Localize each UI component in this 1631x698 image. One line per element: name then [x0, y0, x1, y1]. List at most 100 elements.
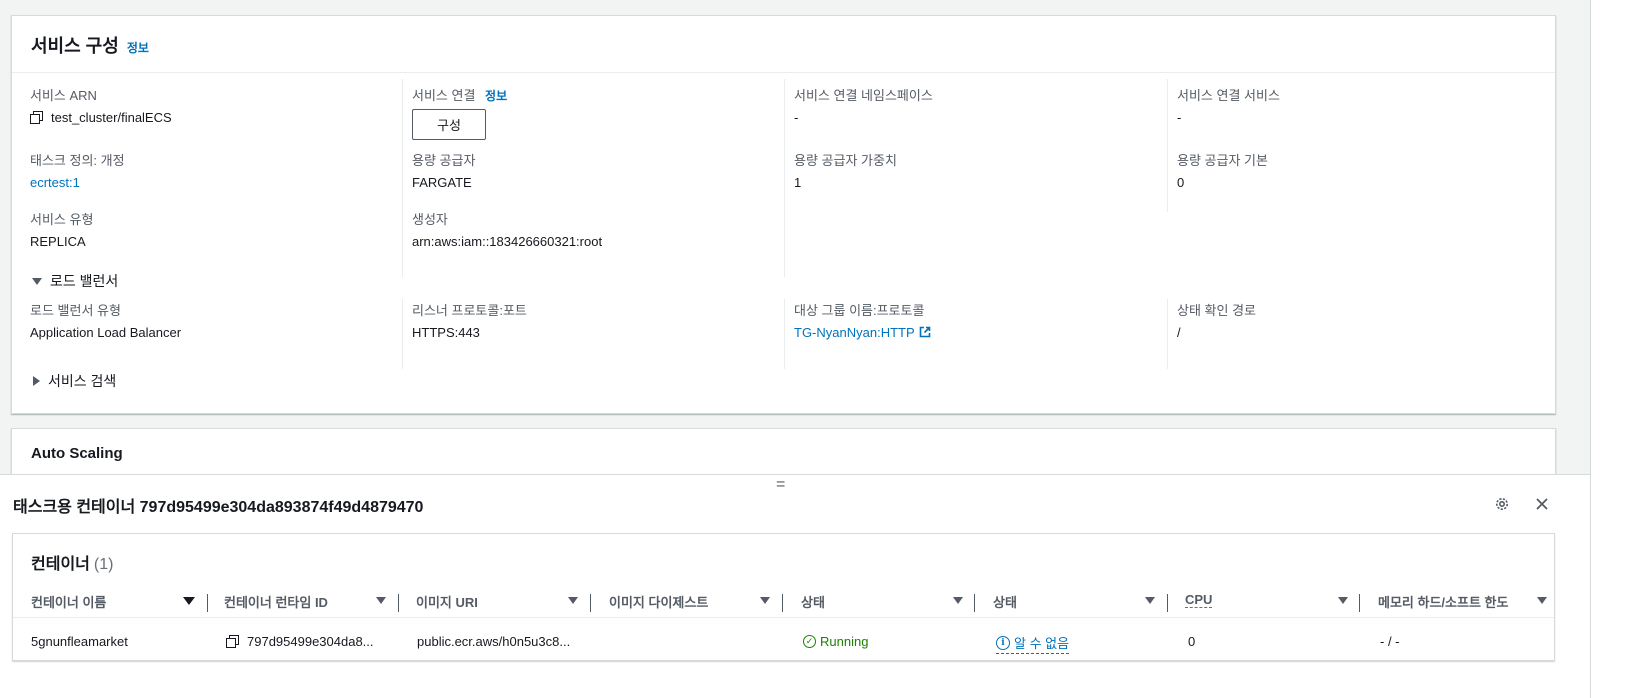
service-connect-info-link[interactable]: 정보 [485, 89, 507, 103]
service-config-panel: 서비스 구성 정보 서비스 ARN test_cluster/finalECS … [11, 15, 1556, 414]
close-icon [1536, 498, 1548, 510]
auto-scaling-title: Auto Scaling [31, 445, 123, 462]
health-unknown-popover[interactable]: i 알 수 없음 [996, 633, 1070, 654]
split-panel: = 태스크용 컨테이너 797d95499e304da893874f49d487… [0, 474, 1590, 698]
close-button[interactable] [1530, 492, 1554, 516]
load-balancer-section-label: 로드 밸런서 [50, 273, 119, 289]
drag-handle-icon[interactable]: = [776, 477, 785, 493]
cell-status: ✓ Running [803, 634, 868, 649]
column-divider [784, 299, 785, 369]
listener-field: 리스너 프로토콜:포트 HTTPS:443 [412, 303, 527, 342]
column-header-status[interactable]: 상태 [801, 592, 825, 611]
copy-icon[interactable] [30, 111, 43, 124]
settings-button[interactable] [1490, 492, 1514, 516]
column-resizer[interactable] [974, 594, 975, 612]
target-group-link-row[interactable]: TG-NyanNyan:HTTP [794, 324, 931, 342]
column-resizer[interactable] [782, 594, 783, 612]
service-connect-service-label: 서비스 연결 서비스 [1177, 88, 1280, 103]
created-by-label: 생성자 [412, 212, 448, 227]
column-divider [402, 299, 403, 369]
capacity-provider-weight-field: 용량 공급자 가중치 1 [794, 153, 897, 192]
column-header-label: 상태 [801, 595, 825, 610]
column-resizer[interactable] [398, 594, 399, 612]
health-check-label: 상태 확인 경로 [1177, 303, 1256, 318]
target-group-link[interactable]: TG-NyanNyan:HTTP [794, 325, 915, 340]
runtime-id-value: 797d95499e304da8... [247, 634, 374, 649]
target-group-field: 대상 그룹 이름:프로토콜 TG-NyanNyan:HTTP [794, 303, 931, 342]
service-connect-namespace-label: 서비스 연결 네임스페이스 [794, 88, 933, 103]
sort-icon[interactable] [760, 597, 770, 604]
service-arn-field: 서비스 ARN test_cluster/finalECS [30, 88, 172, 127]
cell-container-name: 5gnunfleamarket [31, 634, 128, 649]
column-resizer[interactable] [1359, 594, 1360, 612]
column-header-label: 컨테이너 런타임 ID [224, 595, 328, 610]
containers-table-title: 컨테이너 [31, 556, 90, 573]
service-connect-label: 서비스 연결 [412, 88, 476, 103]
column-resizer[interactable] [207, 594, 208, 612]
column-header-image-digest[interactable]: 이미지 다이제스트 [609, 592, 708, 611]
column-header-label: 메모리 하드/소프트 한도 [1378, 595, 1509, 610]
task-definition-label: 태스크 정의: 개정 [30, 153, 125, 168]
capacity-provider-label: 용량 공급자 [412, 153, 476, 168]
service-config-title: 서비스 구성 [31, 36, 119, 56]
capacity-provider-base-label: 용량 공급자 기본 [1177, 153, 1268, 168]
column-header-health[interactable]: 상태 [993, 592, 1017, 611]
column-header-memory[interactable]: 메모리 하드/소프트 한도 [1378, 592, 1508, 611]
service-type-label: 서비스 유형 [30, 212, 94, 227]
configure-button[interactable]: 구성 [412, 109, 486, 140]
column-divider [784, 79, 785, 277]
check-circle-icon: ✓ [803, 635, 816, 648]
status-running-label: Running [820, 634, 869, 649]
service-connect-label-row: 서비스 연결 정보 [412, 88, 507, 104]
column-header-label: 컨테이너 이름 [31, 595, 107, 610]
service-arn-value-row: test_cluster/finalECS [30, 109, 172, 127]
service-type-value: REPLICA [30, 234, 86, 249]
external-link-icon [919, 326, 930, 338]
sort-icon[interactable] [1145, 597, 1155, 604]
cell-runtime-id: 797d95499e304da8... [226, 634, 374, 649]
column-divider [402, 79, 403, 277]
lb-type-label: 로드 밸런서 유형 [30, 303, 121, 318]
service-arn-value: test_cluster/finalECS [51, 110, 172, 125]
lb-type-value: Application Load Balancer [30, 325, 182, 340]
caret-down-icon [32, 277, 42, 285]
service-discovery-label: 서비스 검색 [48, 373, 117, 389]
sort-icon[interactable] [1537, 597, 1547, 604]
sort-descending-icon[interactable] [183, 597, 195, 605]
column-resizer[interactable] [1167, 594, 1168, 612]
column-resizer[interactable] [590, 594, 591, 612]
cell-memory: - / - [1380, 634, 1400, 649]
column-header-image-uri[interactable]: 이미지 URI [416, 592, 478, 611]
column-header-label: 상태 [993, 595, 1017, 610]
service-connect-service-value: - [1177, 110, 1182, 125]
split-panel-title: 태스크용 컨테이너 797d95499e304da893874f49d48794… [13, 499, 424, 516]
status-running: ✓ Running [803, 634, 868, 649]
copy-icon[interactable] [226, 635, 239, 648]
containers-table: 컨테이너 (1) 컨테이너 이름 컨테이너 런타임 ID 이미지 URI 이미지 … [12, 533, 1555, 661]
containers-table-title-row: 컨테이너 (1) [31, 550, 113, 574]
service-connect-service-field: 서비스 연결 서비스 - [1177, 88, 1280, 127]
service-connect-namespace-value: - [794, 110, 799, 125]
health-unknown-label: 알 수 없음 [1014, 636, 1070, 651]
service-config-info-link[interactable]: 정보 [127, 39, 149, 56]
info-circle-icon: i [996, 635, 1010, 650]
service-discovery-expander[interactable]: 서비스 검색 [33, 371, 116, 391]
sort-icon[interactable] [568, 597, 578, 604]
column-header-cpu[interactable]: CPU [1185, 592, 1213, 608]
cell-image-uri: public.ecr.aws/h0n5u3c8... [417, 634, 571, 649]
load-balancer-expander[interactable]: 로드 밸런서 [32, 271, 118, 291]
service-connect-namespace-field: 서비스 연결 네임스페이스 - [794, 88, 933, 127]
column-header-runtime-id[interactable]: 컨테이너 런타임 ID [224, 592, 328, 611]
service-type-field: 서비스 유형 REPLICA [30, 212, 93, 251]
column-header-name[interactable]: 컨테이너 이름 [31, 592, 106, 611]
listener-label: 리스너 프로토콜:포트 [412, 303, 527, 318]
caret-right-icon [33, 376, 40, 386]
sort-icon[interactable] [953, 597, 963, 604]
sort-icon[interactable] [1338, 597, 1348, 604]
created-by-value: arn:aws:iam::183426660321:root [412, 234, 603, 249]
capacity-provider-base-value: 0 [1177, 175, 1185, 190]
sort-icon[interactable] [376, 597, 386, 604]
task-definition-field: 태스크 정의: 개정 ecrtest:1 [30, 153, 125, 192]
task-definition-link[interactable]: ecrtest:1 [30, 174, 125, 192]
containers-count: (1) [93, 556, 114, 573]
